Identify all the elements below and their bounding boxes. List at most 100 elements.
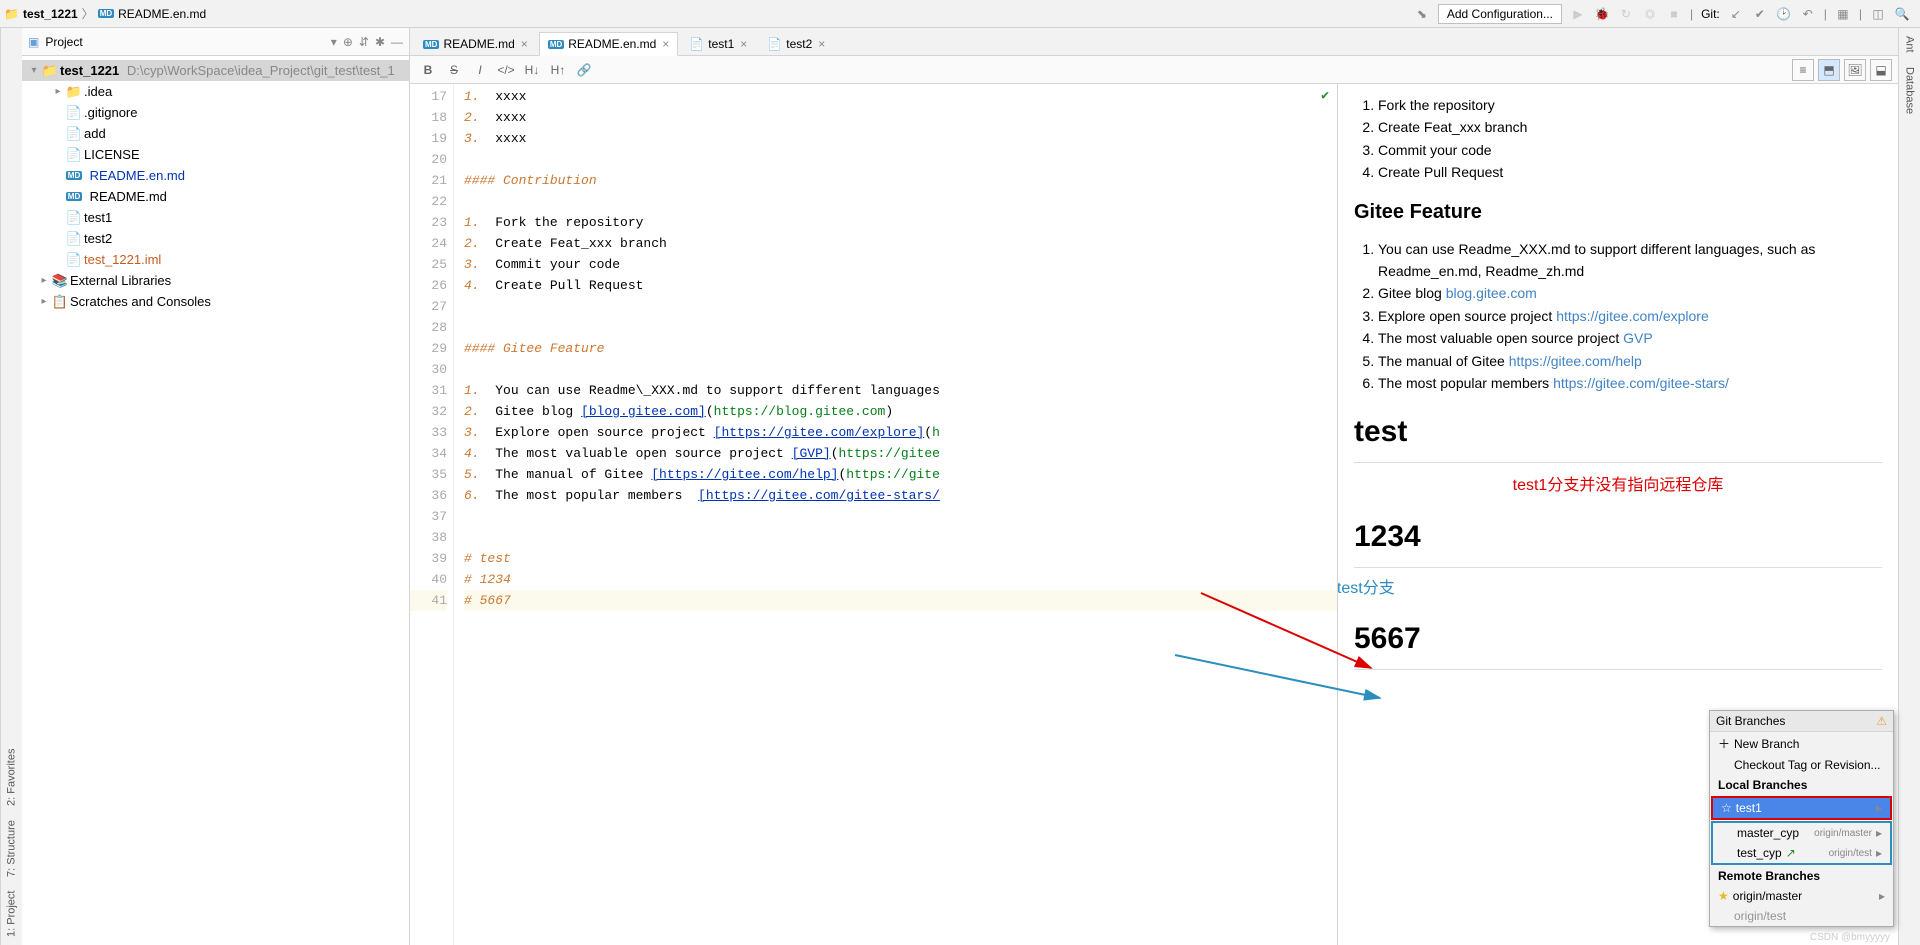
project-tree: ▾📁 test_1221 D:\cyp\WorkSpace\idea_Proje…	[22, 56, 409, 945]
preview-list-contribution: Fork the repositoryCreate Feat_xxx branc…	[1354, 94, 1882, 184]
profile-icon[interactable]: ⏣	[1642, 6, 1658, 22]
star-icon: ★	[1718, 889, 1729, 903]
code-editor[interactable]: ✔ 17181920212223242526272829303132333435…	[410, 84, 1338, 945]
tree-item-test2[interactable]: 📄test2	[22, 228, 409, 249]
chevron-right-icon: 〉	[82, 5, 94, 22]
breadcrumb-bar: 📁 test_1221 〉 MD README.en.md ⬊ Add Conf…	[0, 0, 1920, 28]
right-tool-strip: Ant Database	[1898, 28, 1920, 945]
italic-button[interactable]: I	[468, 59, 492, 81]
h-down-button[interactable]: H↓	[520, 59, 544, 81]
tree-root[interactable]: ▾📁 test_1221 D:\cyp\WorkSpace\idea_Proje…	[22, 60, 409, 81]
new-branch-item[interactable]: ＋New Branch	[1710, 732, 1893, 755]
breadcrumb-project[interactable]: test_1221	[23, 7, 78, 21]
tree-item-license[interactable]: 📄LICENSE	[22, 144, 409, 165]
link-button[interactable]: 🔗	[572, 59, 596, 81]
preview-h1-test: test	[1354, 408, 1882, 463]
settings-icon[interactable]: ✱	[375, 35, 385, 49]
editor-tab[interactable]: MDREADME.en.md×	[539, 32, 679, 56]
tool-tab-structure[interactable]: 7: Structure	[6, 820, 18, 877]
branch-test-cyp[interactable]: test_cyp↗origin/test▸	[1713, 843, 1890, 863]
list-item: Create Pull Request	[1378, 161, 1882, 183]
code-content[interactable]: 1. xxxx2. xxxx3. xxxx #### Contribution …	[454, 84, 1337, 945]
left-tool-strip: 1: Project 7: Structure 2: Favorites	[0, 28, 22, 945]
preview-h2: Gitee Feature	[1354, 196, 1882, 228]
file-icon: 📄	[767, 37, 782, 51]
branch-master-cyp[interactable]: master_cyporigin/master▸	[1713, 823, 1890, 843]
watermark: CSDN @bmyyyyy	[1810, 932, 1890, 943]
project-structure-icon[interactable]: ▦	[1835, 6, 1851, 22]
git-revert-icon[interactable]: ↶	[1800, 6, 1816, 22]
list-item: You can use Readme_XXX.md to support dif…	[1378, 238, 1882, 283]
tool-tab-ant[interactable]: Ant	[1904, 36, 1916, 53]
hide-icon[interactable]: —	[391, 35, 403, 49]
warning-icon: ⚠	[1876, 714, 1887, 728]
preview-h1-1234: 1234	[1354, 513, 1882, 568]
tree-item-readme-en[interactable]: MD README.en.md	[22, 165, 409, 186]
editor-tabs: MDREADME.md×MDREADME.en.md×📄test1×📄test2…	[410, 28, 1898, 56]
popup-title: Git Branches ⚠	[1710, 711, 1893, 732]
git-pull-icon[interactable]: ↙	[1728, 6, 1744, 22]
close-icon[interactable]: ×	[818, 37, 825, 51]
tree-item-gitignore[interactable]: 📄.gitignore	[22, 102, 409, 123]
line-gutter: 1718192021222324252627282930313233343536…	[410, 84, 454, 945]
markdown-icon: MD	[423, 40, 439, 49]
preview-only-view[interactable]: 🖼	[1844, 59, 1866, 81]
folder-icon: 📁	[4, 7, 19, 21]
remote-origin-master[interactable]: ★origin/master▸	[1710, 886, 1893, 906]
git-commit-icon[interactable]: ✔	[1752, 6, 1768, 22]
split-view[interactable]: ⬒	[1818, 59, 1840, 81]
run-icon[interactable]: ▶	[1570, 6, 1586, 22]
project-title[interactable]: Project	[45, 35, 324, 49]
debug-icon[interactable]: 🐞	[1594, 6, 1610, 22]
star-outline-icon: ☆	[1721, 801, 1732, 815]
tree-item-iml[interactable]: 📄test_1221.iml	[22, 249, 409, 270]
search-icon[interactable]: 🔍	[1894, 6, 1910, 22]
bold-button[interactable]: B	[416, 59, 440, 81]
tree-root-path: D:\cyp\WorkSpace\idea_Project\git_test\t…	[127, 63, 395, 78]
close-icon[interactable]: ×	[521, 37, 528, 51]
breadcrumb-file[interactable]: README.en.md	[118, 7, 206, 21]
remote-branches-header: Remote Branches	[1710, 866, 1893, 886]
close-icon[interactable]: ×	[662, 37, 669, 51]
annotation-red: test1分支并没有指向远程仓库	[1354, 473, 1882, 499]
git-label: Git:	[1701, 7, 1720, 21]
editor-tab[interactable]: 📄test2×	[758, 32, 834, 55]
file-icon: 📄	[689, 37, 704, 51]
toolbar: ⬊ Add Configuration... ▶ 🐞 ↻ ⏣ ■ | Git: …	[1414, 4, 1916, 24]
stop-icon[interactable]: ■	[1666, 6, 1682, 22]
collapse-icon[interactable]: ⇵	[359, 35, 369, 49]
coverage-icon[interactable]: ↻	[1618, 6, 1634, 22]
h-up-button[interactable]: H↑	[546, 59, 570, 81]
local-branches-header: Local Branches	[1710, 775, 1893, 795]
tree-scratches[interactable]: ▸📋Scratches and Consoles	[22, 291, 409, 312]
branch-test1[interactable]: ☆test1▸	[1711, 796, 1892, 820]
checkout-tag-item[interactable]: Checkout Tag or Revision...	[1710, 755, 1893, 775]
settings-view[interactable]: ⬓	[1870, 59, 1892, 81]
tree-item-add[interactable]: 📄add	[22, 123, 409, 144]
close-icon[interactable]: ×	[740, 37, 747, 51]
tool-tab-database[interactable]: Database	[1904, 67, 1916, 114]
editor-tab[interactable]: MDREADME.md×	[414, 32, 537, 55]
git-branches-popup: Git Branches ⚠ ＋New Branch Checkout Tag …	[1709, 710, 1894, 927]
markdown-icon: MD	[98, 9, 114, 18]
editor-tab[interactable]: 📄test1×	[680, 32, 756, 55]
strike-button[interactable]: S	[442, 59, 466, 81]
run-config-selector[interactable]: Add Configuration...	[1438, 4, 1562, 24]
breadcrumb: 📁 test_1221 〉 MD README.en.md	[4, 5, 1414, 22]
remote-origin-test[interactable]: origin/test	[1710, 906, 1893, 926]
tool-tab-project[interactable]: 1: Project	[6, 891, 18, 937]
project-view-icon: ▣	[28, 35, 39, 49]
tool-tab-favorites[interactable]: 2: Favorites	[6, 748, 18, 805]
annotation-blue: 另外两个分支可以看到分别指向了远程的master和test分支	[1338, 576, 1882, 602]
tree-item-test1[interactable]: 📄test1	[22, 207, 409, 228]
hide-windows-icon[interactable]: ◫	[1870, 6, 1886, 22]
code-button[interactable]: </>	[494, 59, 518, 81]
tree-item-idea[interactable]: ▸📁.idea	[22, 81, 409, 102]
git-history-icon[interactable]: 🕑	[1776, 6, 1792, 22]
locate-icon[interactable]: ⊕	[343, 35, 353, 49]
editor-only-view[interactable]: ≡	[1792, 59, 1814, 81]
tree-item-readme[interactable]: MD README.md	[22, 186, 409, 207]
list-item: Gitee blog blog.gitee.com	[1378, 282, 1882, 304]
tree-ext-lib[interactable]: ▸📚External Libraries	[22, 270, 409, 291]
build-icon[interactable]: ⬊	[1414, 6, 1430, 22]
